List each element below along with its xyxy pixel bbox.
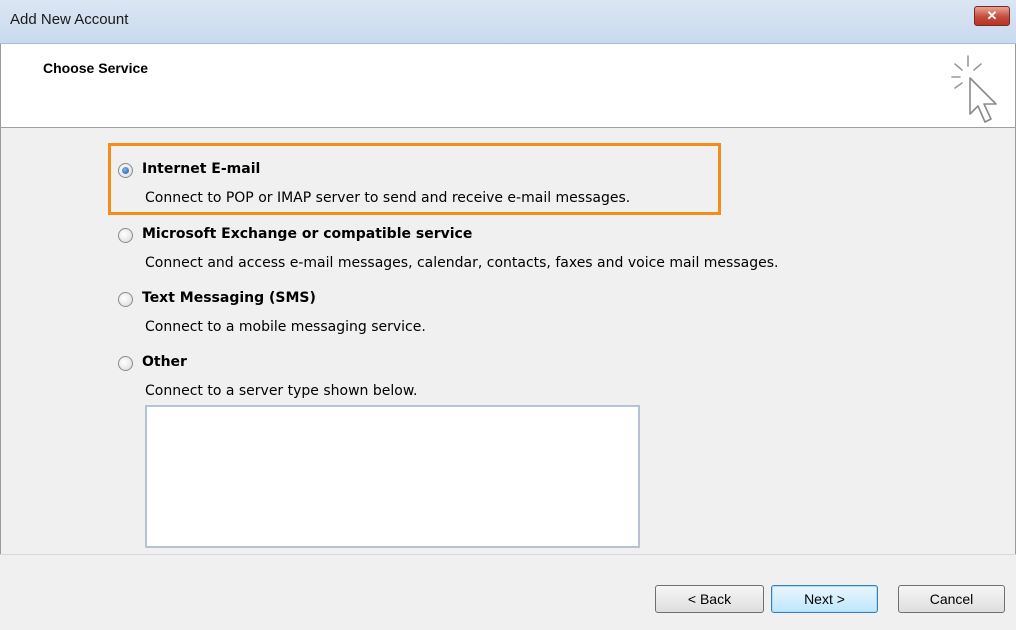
close-button[interactable]: ✕ [974, 6, 1010, 26]
close-icon: ✕ [986, 8, 998, 23]
option-label: Internet E-mail [142, 161, 261, 177]
add-new-account-dialog: Add New Account ✕ Choose Service Interne… [0, 0, 1016, 630]
radio-internet-email[interactable] [118, 163, 133, 178]
wizard-cursor-icon [951, 55, 997, 123]
option-label: Text Messaging (SMS) [142, 290, 316, 306]
back-button[interactable]: < Back [655, 585, 764, 613]
option-label: Microsoft Exchange or compatible service [142, 226, 473, 242]
left-border [0, 44, 1, 630]
radio-exchange[interactable] [118, 228, 133, 243]
window-title: Add New Account [10, 11, 129, 28]
option-description: Connect to a mobile messaging service. [145, 319, 426, 335]
option-description: Connect to a server type shown below. [145, 383, 418, 399]
radio-other[interactable] [118, 356, 133, 371]
page-title: Choose Service [43, 60, 149, 76]
title-bar: Add New Account ✕ [0, 0, 1016, 44]
server-type-list[interactable] [145, 405, 640, 548]
cancel-button[interactable]: Cancel [898, 585, 1005, 613]
option-description: Connect and access e-mail messages, cale… [145, 255, 779, 271]
option-description: Connect to POP or IMAP server to send an… [145, 190, 631, 206]
option-label: Other [142, 354, 187, 370]
wizard-header: Choose Service [0, 44, 1016, 128]
next-button[interactable]: Next > [771, 585, 878, 613]
radio-sms[interactable] [118, 292, 133, 307]
